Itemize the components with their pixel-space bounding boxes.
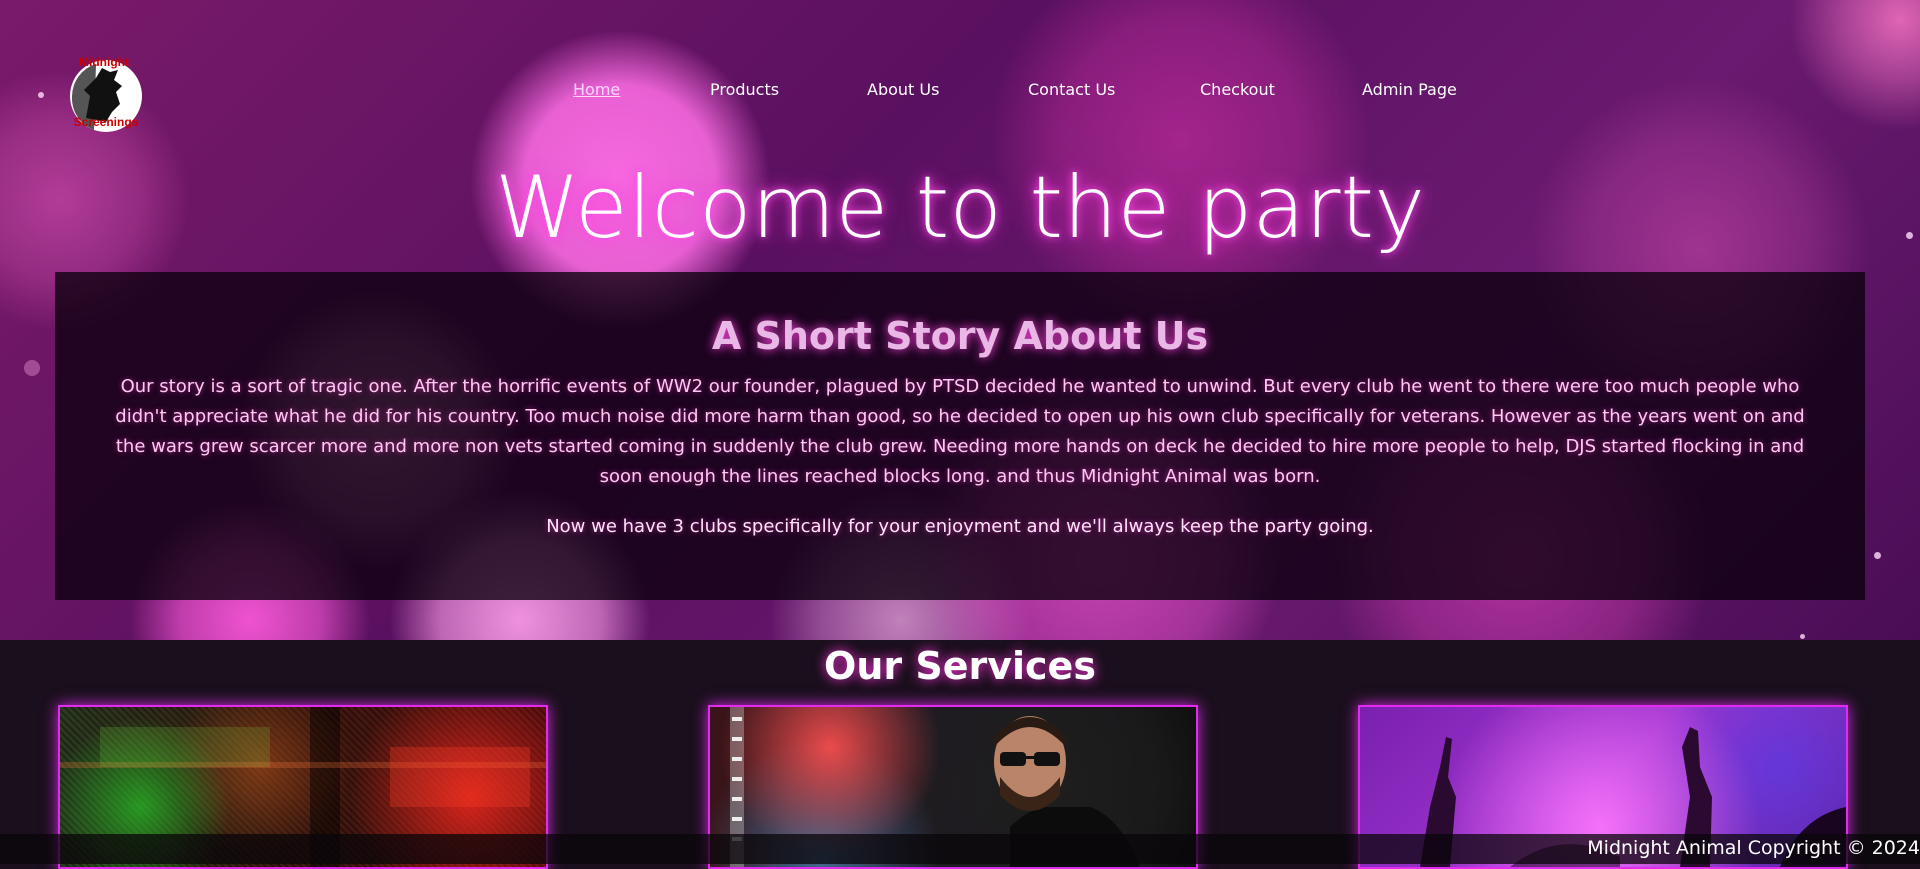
story-heading: A Short Story About Us (711, 314, 1209, 358)
nav-admin-link[interactable]: Admin Page (1362, 80, 1457, 99)
footer: Midnight Animal Copyright © 2024 (0, 834, 1920, 864)
hero-section: Midnight Screenings Home Products About … (0, 0, 1920, 640)
nav-contact-link[interactable]: Contact Us (1028, 80, 1115, 99)
logo-text-bottom: Screenings (74, 115, 139, 129)
story-panel: A Short Story About Us Our story is a so… (55, 272, 1865, 600)
hero-title: Welcome to the party (494, 158, 1426, 258)
story-paragraph: Our story is a sort of tragic one. After… (115, 376, 1805, 487)
services-section: Our Services (0, 640, 1920, 869)
bokeh-sparkle (1874, 552, 1881, 559)
bokeh-sparkle (24, 360, 40, 376)
main-nav: Home Products About Us Contact Us Checko… (0, 80, 1920, 100)
story-closing-paragraph: Now we have 3 clubs specifically for you… (546, 516, 1374, 537)
nav-home-link[interactable]: Home (573, 80, 620, 99)
nav-checkout-link[interactable]: Checkout (1200, 80, 1275, 99)
logo-text-top: Midnight (79, 56, 129, 69)
copyright-text: Midnight Animal Copyright © 2024 (1587, 837, 1920, 859)
services-heading: Our Services (824, 644, 1096, 688)
nav-products-link[interactable]: Products (710, 80, 779, 99)
nav-about-link[interactable]: About Us (867, 80, 939, 99)
bokeh-sparkle (1800, 634, 1805, 639)
